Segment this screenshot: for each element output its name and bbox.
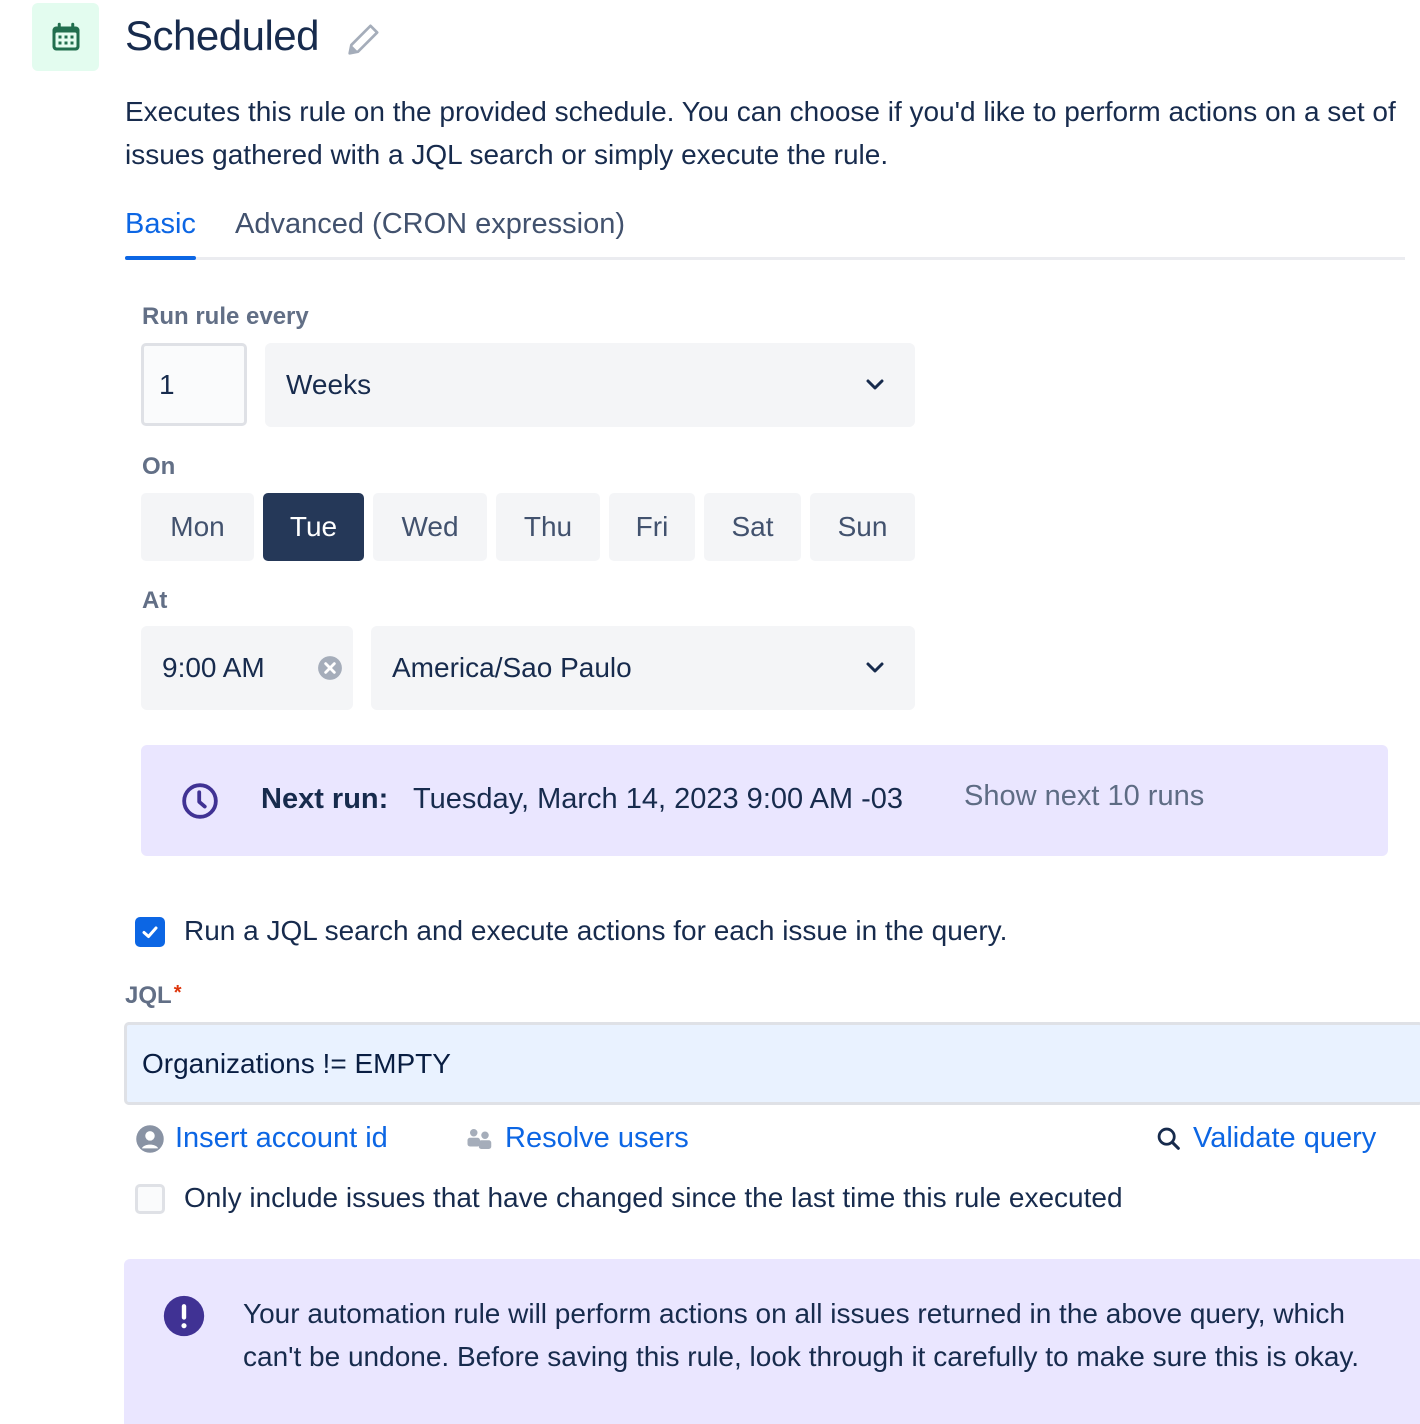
only-changed-label: Only include issues that have changed si… [184, 1182, 1123, 1213]
day-mon[interactable]: Mon [141, 493, 254, 561]
at-label: At [142, 587, 168, 614]
insert-account-id-label: Insert account id [175, 1122, 388, 1154]
exclamation-icon [163, 1295, 205, 1337]
day-wed[interactable]: Wed [373, 493, 487, 561]
clear-icon[interactable] [317, 655, 343, 681]
search-icon [1157, 1127, 1180, 1150]
warning-text: Your automation rule will perform action… [243, 1298, 1360, 1372]
run-jql-checkbox[interactable] [135, 917, 165, 947]
tab-advanced-cron[interactable]: Advanced (CRON expression) [235, 208, 625, 259]
people-icon [467, 1128, 492, 1149]
interval-unit-value: Weeks [286, 369, 372, 400]
jql-label: JQL * [125, 982, 181, 1010]
clock-icon [182, 783, 218, 819]
next-run-label: Next run: [261, 783, 389, 815]
user-avatar-icon [136, 1124, 164, 1153]
run-jql-label: Run a JQL search and execute actions for… [184, 915, 1008, 946]
insert-account-id-link[interactable]: Insert account id [135, 1122, 388, 1155]
day-sun[interactable]: Sun [810, 493, 915, 561]
trigger-title: Scheduled [125, 12, 320, 59]
trigger-icon-tile [32, 3, 99, 71]
trigger-description: Executes this rule on the provided sched… [125, 96, 1396, 170]
only-changed-checkbox[interactable] [135, 1184, 165, 1214]
day-thu[interactable]: Thu [496, 493, 600, 561]
chevron-down-icon [866, 662, 884, 673]
chevron-down-icon [866, 379, 884, 390]
resolve-users-label: Resolve users [505, 1122, 689, 1154]
warning-panel: Your automation rule will perform action… [124, 1259, 1420, 1424]
jql-input[interactable]: Organizations != EMPTY [124, 1022, 1420, 1105]
next-run-value: Tuesday, March 14, 2023 9:00 AM -03 [413, 783, 904, 815]
run-every-label: Run rule every [142, 303, 309, 330]
resolve-users-link[interactable]: Resolve users [465, 1122, 689, 1155]
jql-label-text: JQL [125, 982, 172, 1009]
time-value: 9:00 AM [162, 652, 265, 683]
show-next-runs-link[interactable]: Show next 10 runs [964, 780, 1204, 813]
validate-query-label: Validate query [1193, 1122, 1377, 1154]
timezone-value: America/Sao Paulo [392, 652, 632, 683]
validate-query-link[interactable]: Validate query [1155, 1122, 1376, 1155]
on-label: On [142, 453, 176, 480]
time-input[interactable]: 9:00 AM [141, 626, 353, 710]
timezone-select[interactable]: America/Sao Paulo [371, 626, 915, 710]
next-run-panel: Next run: Tuesday, March 14, 2023 9:00 A… [141, 745, 1388, 856]
tab-basic[interactable]: Basic [125, 208, 196, 260]
interval-unit-select[interactable]: Weeks [265, 343, 915, 427]
interval-value-input[interactable]: 1 [141, 343, 247, 426]
day-sat[interactable]: Sat [704, 493, 801, 561]
checkmark-icon [142, 926, 158, 938]
required-indicator: * [173, 982, 182, 1004]
day-tue[interactable]: Tue [263, 493, 364, 561]
pencil-icon[interactable] [343, 20, 383, 60]
calendar-icon [52, 22, 79, 51]
day-fri[interactable]: Fri [609, 493, 695, 561]
schedule-tabs: Basic Advanced (CRON expression) [125, 200, 1405, 260]
